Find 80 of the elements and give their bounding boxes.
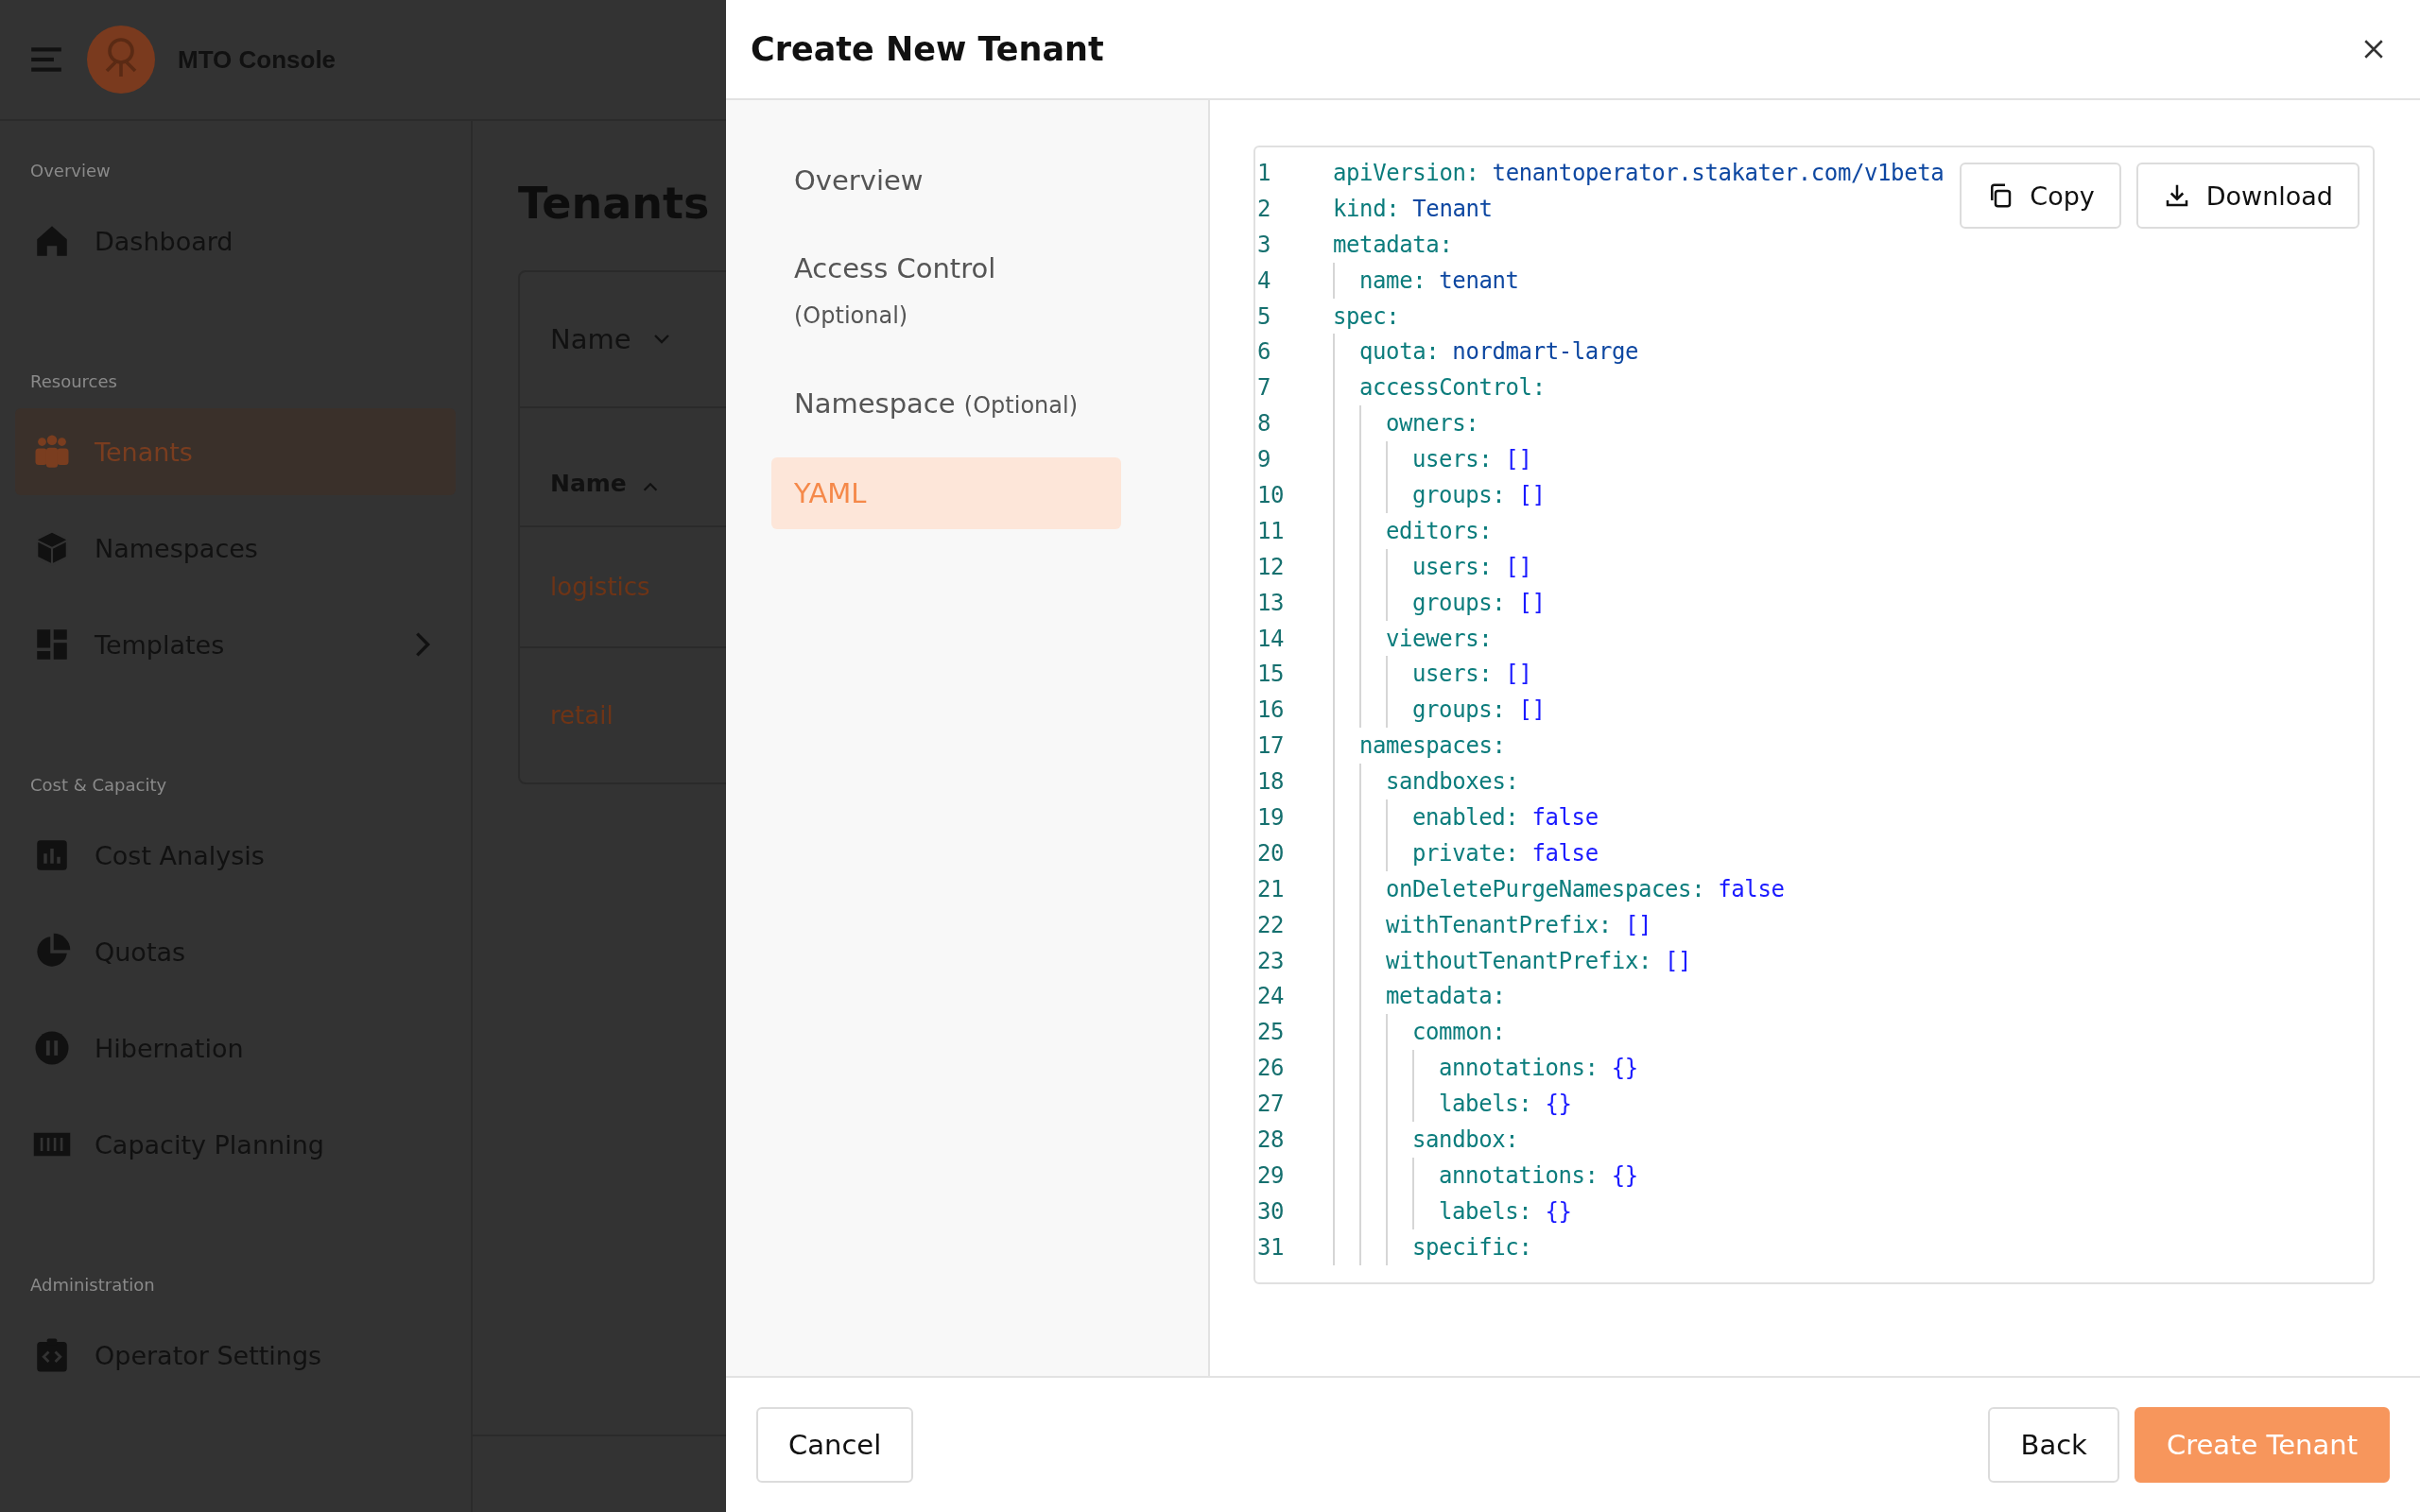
line-number: 16 <box>1256 696 1286 724</box>
code-line: groups: [] <box>1412 589 1546 616</box>
line-number: 4 <box>1256 266 1272 294</box>
code-line: quota: nordmart-large <box>1359 338 1639 366</box>
code-line: onDeletePurgeNamespaces: false <box>1386 875 1785 902</box>
code-line: namespaces: <box>1359 732 1506 760</box>
line-number: 6 <box>1256 338 1272 366</box>
tenant-link[interactable]: logistics <box>550 573 650 601</box>
line-number: 18 <box>1256 768 1286 796</box>
code-line: annotations: {} <box>1439 1161 1638 1189</box>
copy-button[interactable]: Copy <box>1960 163 2121 229</box>
line-number: 20 <box>1256 839 1286 867</box>
line-number: 1 <box>1256 159 1272 186</box>
step-tab[interactable]: YAML <box>771 457 1121 529</box>
code-line: users: [] <box>1412 661 1532 688</box>
code-line: withTenantPrefix: [] <box>1386 911 1651 938</box>
download-button[interactable]: Download <box>2135 163 2360 229</box>
line-number: 23 <box>1256 947 1286 974</box>
line-number: 12 <box>1256 553 1286 580</box>
line-number: 8 <box>1256 410 1272 438</box>
line-number: 13 <box>1256 589 1286 616</box>
line-number: 5 <box>1256 302 1272 330</box>
code-line: editors: <box>1386 517 1493 544</box>
line-number: 24 <box>1256 983 1286 1010</box>
logo-icon <box>87 26 155 94</box>
code-line: withoutTenantPrefix: [] <box>1386 947 1692 974</box>
line-number: 9 <box>1256 446 1272 473</box>
code-line: accessControl: <box>1359 374 1546 402</box>
line-number: 21 <box>1256 875 1286 902</box>
step-tab[interactable]: Access Control (Optional) <box>771 232 1121 352</box>
section-heading: Cost & Capacity <box>29 774 168 797</box>
line-number: 22 <box>1256 911 1286 938</box>
section-heading: Administration <box>29 1274 156 1297</box>
code-line: apiVersion: tenantoperator.stakater.com/v1beta <box>1333 159 1945 186</box>
line-number: 11 <box>1256 517 1286 544</box>
footer-button[interactable]: Cancel <box>756 1407 914 1483</box>
code-line: metadata: <box>1386 983 1506 1010</box>
line-number: 25 <box>1256 1019 1286 1046</box>
code-line: metadata: <box>1333 231 1453 258</box>
line-number: 10 <box>1256 481 1286 508</box>
line-number: 17 <box>1256 732 1286 760</box>
step-tab[interactable]: Overview <box>771 145 1121 216</box>
code-line: labels: {} <box>1439 1091 1572 1118</box>
code-line: name: tenant <box>1359 266 1519 294</box>
code-line: sandboxes: <box>1386 768 1519 796</box>
dialog-title: Create New Tenant <box>751 30 1104 68</box>
code-line: specific: <box>1412 1233 1532 1261</box>
line-number: 19 <box>1256 803 1286 831</box>
line-number: 31 <box>1256 1233 1286 1261</box>
section-heading: Resources <box>29 370 118 393</box>
line-number: 2 <box>1256 195 1272 222</box>
code-line: owners: <box>1386 410 1479 438</box>
code-line: groups: [] <box>1412 481 1546 508</box>
line-number: 3 <box>1256 231 1272 258</box>
code-line: groups: [] <box>1412 696 1546 724</box>
line-number: 29 <box>1256 1161 1286 1189</box>
line-number: 30 <box>1256 1197 1286 1225</box>
code-line: private: false <box>1412 839 1599 867</box>
line-number: 26 <box>1256 1055 1286 1082</box>
code-line: annotations: {} <box>1439 1055 1638 1082</box>
line-number: 15 <box>1256 661 1286 688</box>
line-number: 28 <box>1256 1126 1286 1153</box>
section-heading: Overview <box>29 160 112 182</box>
footer-button[interactable]: Back <box>1988 1407 2119 1483</box>
code-line: kind: Tenant <box>1333 195 1493 222</box>
line-number: 7 <box>1256 374 1272 402</box>
code-line: sandbox: <box>1412 1126 1519 1153</box>
sidebar-item[interactable]: Tenants <box>15 408 456 495</box>
code-line: spec: <box>1333 302 1400 330</box>
code-line: enabled: false <box>1412 803 1599 831</box>
code-line: labels: {} <box>1439 1197 1572 1225</box>
step-tab[interactable]: Namespace (Optional) <box>771 368 1121 441</box>
code-line: common: <box>1412 1019 1506 1046</box>
tenant-link[interactable]: retail <box>550 701 614 730</box>
line-number: 27 <box>1256 1091 1286 1118</box>
line-number: 14 <box>1256 625 1286 652</box>
code-line: viewers: <box>1386 625 1493 652</box>
code-line: users: [] <box>1412 553 1532 580</box>
create-button[interactable]: Create Tenant <box>2134 1407 2390 1483</box>
code-line: users: [] <box>1412 446 1532 473</box>
